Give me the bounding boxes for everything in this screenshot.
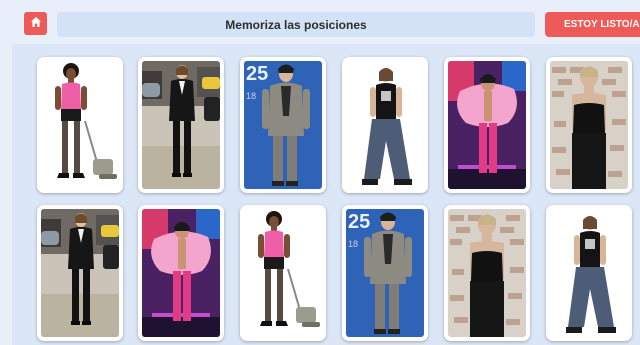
card-photo-man-pink-top-vacuum bbox=[41, 61, 119, 189]
memory-card[interactable] bbox=[37, 57, 123, 193]
memory-card[interactable]: 25 18 bbox=[240, 57, 326, 193]
svg-text:25: 25 bbox=[348, 211, 370, 233]
card-photo-man-gray-suit-blue-backdrop: 25 18 bbox=[346, 209, 424, 337]
card-photo-woman-black-suit-street bbox=[41, 209, 119, 337]
memory-card[interactable] bbox=[444, 57, 530, 193]
memory-card[interactable] bbox=[546, 57, 632, 193]
card-photo-woman-black-suit-street bbox=[142, 61, 220, 189]
memory-card[interactable] bbox=[342, 57, 428, 193]
svg-text:25: 25 bbox=[246, 63, 268, 85]
svg-text:18: 18 bbox=[246, 91, 256, 101]
card-photo-woman-black-top-brick-wall bbox=[550, 61, 628, 189]
memory-card[interactable] bbox=[444, 205, 530, 341]
memory-card[interactable] bbox=[546, 205, 632, 341]
memory-card[interactable] bbox=[240, 205, 326, 341]
svg-text:18: 18 bbox=[348, 239, 358, 249]
page-title: Memoriza las posiciones bbox=[57, 12, 535, 37]
card-photo-woman-baggy-jeans-white bbox=[550, 209, 628, 337]
memory-card[interactable] bbox=[37, 205, 123, 341]
home-button[interactable] bbox=[24, 12, 47, 35]
memory-card[interactable] bbox=[138, 57, 224, 193]
card-photo-man-pink-top-vacuum bbox=[244, 209, 322, 337]
card-photo-man-gray-suit-blue-backdrop: 25 18 bbox=[244, 61, 322, 189]
card-photo-woman-black-top-brick-wall bbox=[448, 209, 526, 337]
card-photo-man-pink-fur-stage bbox=[142, 209, 220, 337]
card-photo-man-pink-fur-stage bbox=[448, 61, 526, 189]
card-photo-woman-baggy-jeans-white bbox=[346, 61, 424, 189]
memory-card[interactable] bbox=[138, 205, 224, 341]
home-icon bbox=[30, 15, 42, 33]
memory-card[interactable]: 25 18 bbox=[342, 205, 428, 341]
ready-button[interactable]: ESTOY LISTO/A bbox=[545, 12, 640, 37]
